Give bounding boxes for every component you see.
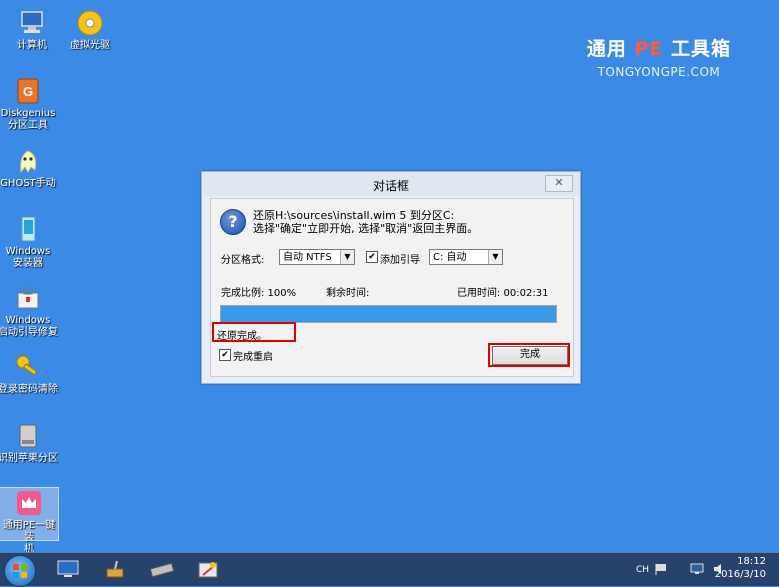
- elapsed-time-label: 已用时间: 00:02:31: [457, 288, 549, 299]
- brand-logo: 通用 PE 工具箱 TONGYONGPE.COM: [587, 34, 731, 79]
- format-select[interactable]: 自动 NTFS ▼: [279, 249, 355, 265]
- restart-label: 完成重启: [233, 352, 273, 363]
- dialog-titlebar[interactable]: 对话框 ✕: [202, 172, 580, 196]
- completion-label: 完成比例: 100%: [221, 288, 297, 299]
- svg-text:G: G: [23, 84, 33, 99]
- format-label: 分区格式:: [221, 255, 265, 266]
- chevron-down-icon: ▼: [488, 250, 502, 264]
- desktop-icon-label: Windows 安装器: [5, 246, 51, 269]
- network-icon[interactable]: [690, 563, 704, 575]
- boot-target-select[interactable]: C: 自动 ▼: [429, 249, 503, 265]
- status-text: 还原完成。: [217, 331, 267, 342]
- close-button[interactable]: ✕: [545, 175, 573, 192]
- clock-time: 18:12: [737, 556, 766, 567]
- desktop-icon-label: 虚拟光驱: [70, 40, 110, 51]
- desktop-icon-apple-partition[interactable]: 识别苹果分区: [0, 421, 60, 465]
- progress-bar: [220, 305, 557, 323]
- language-indicator[interactable]: CH: [636, 565, 649, 575]
- message-line-2: 选择"确定"立即开始, 选择"取消"返回主界面。: [253, 222, 479, 235]
- crown-icon: [14, 488, 44, 518]
- remaining-time-label: 剩余时间:: [326, 288, 370, 299]
- dialog-title: 对话框: [372, 179, 409, 193]
- desktop-icon-virtual-drive[interactable]: 虚拟光驱: [58, 8, 122, 52]
- desktop-icon-password-clear[interactable]: 登录密码清除: [0, 352, 60, 396]
- taskbar: CH 18:12 2016/3/10: [0, 552, 779, 587]
- desktop-icon-label: 识别苹果分区: [0, 453, 58, 464]
- progress-fill: [221, 306, 556, 322]
- desktop-icon-ghost[interactable]: GHOST手动: [0, 146, 60, 190]
- desktop-icon-label: Windows 启动引导修复: [0, 315, 58, 338]
- brand-title: 通用 PE 工具箱: [587, 34, 731, 61]
- taskbar-monitor-icon[interactable]: [56, 559, 80, 579]
- brand-title-pe: PE: [634, 38, 664, 60]
- message-line-1: 还原H:\sources\install.wim 5 到分区C:: [253, 209, 455, 222]
- format-select-value: 自动 NTFS: [283, 252, 332, 263]
- flag-icon[interactable]: [654, 563, 668, 575]
- taskbar-tools-icon[interactable]: [197, 559, 221, 579]
- desktop-icon-label: 登录密码清除: [0, 384, 58, 395]
- taskbar-clock[interactable]: 18:12 2016/3/10: [715, 555, 766, 581]
- desktop-icon-label: 计算机: [17, 40, 47, 51]
- clock-date: 2016/3/10: [714, 569, 766, 580]
- taskbar-memory-icon[interactable]: [149, 559, 175, 579]
- desktop-icon-computer[interactable]: 计算机: [0, 8, 64, 52]
- desktop-icon-label: GHOST手动: [0, 178, 56, 189]
- restart-checkbox[interactable]: ✔: [219, 349, 231, 361]
- start-button[interactable]: [4, 555, 36, 587]
- dialog-message: 还原H:\sources\install.wim 5 到分区C: 选择"确定"立…: [253, 209, 478, 235]
- question-icon: ?: [220, 209, 246, 235]
- brand-url: TONGYONGPE.COM: [597, 65, 721, 79]
- computer-icon: [17, 8, 47, 38]
- brand-title-suffix: 工具箱: [663, 38, 731, 60]
- brand-title-prefix: 通用: [586, 38, 635, 60]
- dialog-window: 对话框 ✕ ? 还原H:\sources\install.wim 5 到分区C:…: [201, 171, 581, 384]
- drive-icon: [13, 421, 43, 451]
- diskgenius-icon: G: [13, 76, 43, 106]
- chevron-down-icon: ▼: [340, 250, 354, 264]
- ghost-icon: [13, 146, 43, 176]
- boot-target-value: C: 自动: [433, 252, 467, 263]
- add-boot-checkbox[interactable]: ✔: [366, 251, 378, 263]
- desktop-icon-label: Diskgenius 分区工具: [0, 108, 56, 131]
- desktop-icon-one-click-install[interactable]: 通用PE一键装 机: [0, 487, 59, 555]
- desktop-icon-windows-installer[interactable]: Windows 安装器: [0, 214, 60, 270]
- finish-button[interactable]: 完成: [492, 346, 568, 365]
- desktop-icon-boot-repair[interactable]: Windows 启动引导修复: [0, 283, 60, 339]
- windows-logo-icon: [13, 564, 27, 578]
- toolbox-icon: [13, 283, 43, 313]
- dialog-body: ? 还原H:\sources\install.wim 5 到分区C: 选择"确定…: [210, 198, 574, 377]
- desktop-icon-label: 通用PE一键装 机: [2, 520, 56, 555]
- installer-icon: [13, 214, 43, 244]
- key-icon: [13, 352, 43, 382]
- taskbar-broom-icon[interactable]: [103, 559, 127, 579]
- add-boot-label: 添加引导: [380, 255, 420, 266]
- disc-icon: [75, 8, 105, 38]
- desktop-icon-diskgenius[interactable]: G Diskgenius 分区工具: [0, 76, 60, 132]
